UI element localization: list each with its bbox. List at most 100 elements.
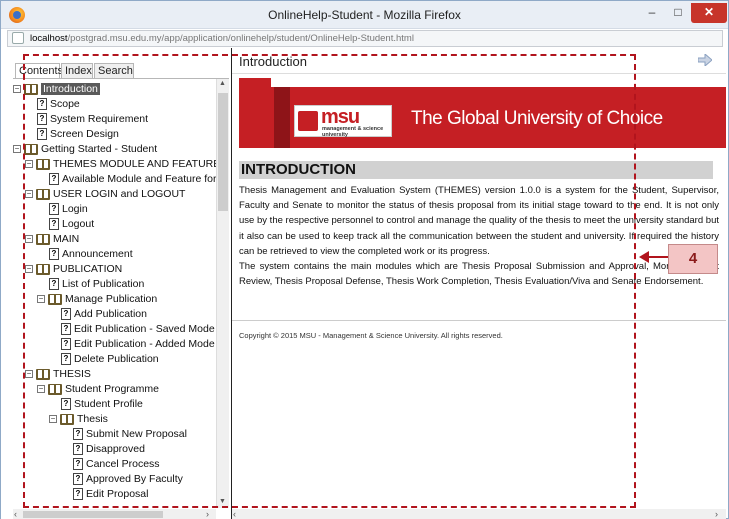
tree-item[interactable]: ? Student Profile (49, 397, 143, 412)
tree-folder[interactable]: − MAIN (25, 232, 79, 247)
window-title: OnlineHelp-Student - Mozilla Firefox (268, 8, 461, 22)
tree-label: Manage Publication (65, 293, 158, 305)
tree-label: THESIS (53, 368, 91, 380)
tree-folder[interactable]: − Manage Publication (37, 292, 157, 307)
tree-label: Thesis (77, 413, 108, 425)
tab-search[interactable]: Search (94, 63, 134, 79)
tree-folder[interactable]: − Introduction (13, 82, 100, 97)
collapse-toggle-icon[interactable]: − (49, 415, 57, 424)
book-icon (48, 293, 62, 305)
tree-label: Edit Publication - Saved Mode (74, 323, 215, 335)
maximize-button[interactable]: □ (666, 3, 690, 23)
tree-label: Student Programme (65, 383, 159, 395)
tree-folder[interactable]: − Getting Started - Student (13, 142, 157, 157)
tree-item[interactable]: ? Screen Design (25, 127, 119, 142)
url-host: localhost (30, 33, 68, 44)
address-bar[interactable]: localhost/postgrad.msu.edu.my/app/applic… (7, 30, 723, 47)
collapse-toggle-icon[interactable]: − (25, 370, 33, 379)
scroll-down-icon[interactable]: ▼ (219, 498, 226, 505)
tree-vertical-scrollbar[interactable]: ▲ ▼ (216, 79, 229, 508)
banner-shade (274, 87, 290, 148)
collapse-toggle-icon[interactable]: − (13, 85, 21, 94)
intro-paragraph-1: Thesis Management and Evaluation System … (239, 185, 719, 257)
tree-item[interactable]: ? List of Publication (37, 277, 144, 292)
book-icon (24, 83, 38, 95)
tree-folder[interactable]: − PUBLICATION (25, 262, 122, 277)
tree-item[interactable]: ? Edit Publication - Added Mode (49, 337, 215, 352)
tree-item[interactable]: ? System Requirement (25, 112, 148, 127)
tree-item[interactable]: ? Edit Publication - Saved Mode (49, 322, 215, 337)
tree-item[interactable]: ? Logout (37, 217, 94, 232)
tree-folder[interactable]: − THESIS (25, 367, 91, 382)
close-button[interactable]: ✕ (691, 3, 727, 23)
site-identity-icon[interactable] (12, 32, 24, 44)
tree-item[interactable]: ? Scope (25, 97, 80, 112)
intro-body: Thesis Management and Evaluation System … (239, 183, 719, 289)
tree-label: Available Module and Feature for S (62, 173, 216, 185)
tree-item[interactable]: ? Disapproved (61, 442, 145, 457)
tree-folder[interactable]: − Thesis (49, 412, 108, 427)
tree-item[interactable]: ? Available Module and Feature for S (37, 172, 216, 187)
collapse-toggle-icon[interactable]: − (25, 265, 33, 274)
help-page-icon: ? (73, 473, 83, 486)
next-topic-icon[interactable] (698, 54, 712, 66)
minimize-button[interactable]: – (639, 3, 665, 23)
help-page-icon: ? (49, 278, 59, 291)
help-page-icon: ? (73, 488, 83, 501)
help-content-pane: Introduction msu management & science un… (232, 48, 726, 519)
help-page-icon: ? (61, 308, 71, 321)
tree-label: Login (62, 203, 88, 215)
tree-label: Getting Started - Student (41, 143, 158, 155)
collapse-toggle-icon[interactable]: − (13, 145, 21, 154)
topic-header: Introduction (239, 54, 307, 69)
tab-index[interactable]: Index (61, 63, 93, 79)
tree-label: MAIN (53, 233, 80, 245)
tab-contents[interactable]: Contents (15, 63, 63, 79)
annotation-callout: 4 (668, 244, 718, 274)
collapse-toggle-icon[interactable]: − (25, 160, 33, 169)
scrollbar-thumb[interactable] (218, 93, 228, 211)
tree-item[interactable]: ? Edit Proposal (61, 487, 148, 502)
collapse-toggle-icon[interactable]: − (25, 235, 33, 244)
help-page-icon: ? (37, 128, 47, 141)
tree-item[interactable]: ? Submit New Proposal (61, 427, 187, 442)
book-icon (36, 188, 50, 200)
collapse-toggle-icon[interactable]: − (25, 190, 33, 199)
tree-item[interactable]: ? Cancel Process (61, 457, 160, 472)
scrollbar-thumb[interactable] (23, 511, 163, 518)
tree-item[interactable]: ? Add Publication (49, 307, 147, 322)
tree-item[interactable]: ? Login (37, 202, 88, 217)
help-page-icon: ? (61, 398, 71, 411)
help-page-icon: ? (61, 323, 71, 336)
help-page-icon: ? (73, 458, 83, 471)
browser-window: OnlineHelp-Student - Mozilla Firefox – □… (0, 0, 729, 519)
collapse-toggle-icon[interactable]: − (37, 385, 45, 394)
scroll-left-icon[interactable]: ‹ (233, 509, 236, 519)
book-icon (36, 368, 50, 380)
tree-item[interactable]: ? Delete Publication (49, 352, 159, 367)
tree-label: Approved By Faculty (86, 473, 183, 485)
footer-divider (232, 320, 726, 321)
title-bar: OnlineHelp-Student - Mozilla Firefox – □… (1, 1, 728, 29)
tree-label: Scope (50, 98, 80, 110)
tree-folder[interactable]: − Student Programme (37, 382, 159, 397)
header-divider (232, 73, 726, 74)
tree-folder[interactable]: − THEMES MODULE AND FEATURE (25, 157, 216, 172)
banner-tab (239, 78, 271, 87)
tree-item[interactable]: ? Approved By Faculty (61, 472, 183, 487)
scroll-right-icon[interactable]: › (206, 509, 209, 519)
tree-horizontal-scrollbar[interactable]: ‹ › (13, 509, 216, 519)
tree-label: System Requirement (50, 113, 149, 125)
help-page-icon: ? (49, 218, 59, 231)
scroll-right-icon[interactable]: › (715, 509, 718, 519)
help-page-icon: ? (61, 353, 71, 366)
tree-item[interactable]: ? Announcement (37, 247, 133, 262)
scroll-left-icon[interactable]: ‹ (14, 509, 17, 519)
content-horizontal-scrollbar[interactable]: ‹ › (232, 509, 726, 519)
book-icon (48, 383, 62, 395)
collapse-toggle-icon[interactable]: − (37, 295, 45, 304)
scroll-up-icon[interactable]: ▲ (219, 80, 226, 87)
help-page-icon: ? (73, 428, 83, 441)
tree-folder[interactable]: − USER LOGIN and LOGOUT (25, 187, 185, 202)
tree-label: THEMES MODULE AND FEATURE (53, 158, 216, 170)
